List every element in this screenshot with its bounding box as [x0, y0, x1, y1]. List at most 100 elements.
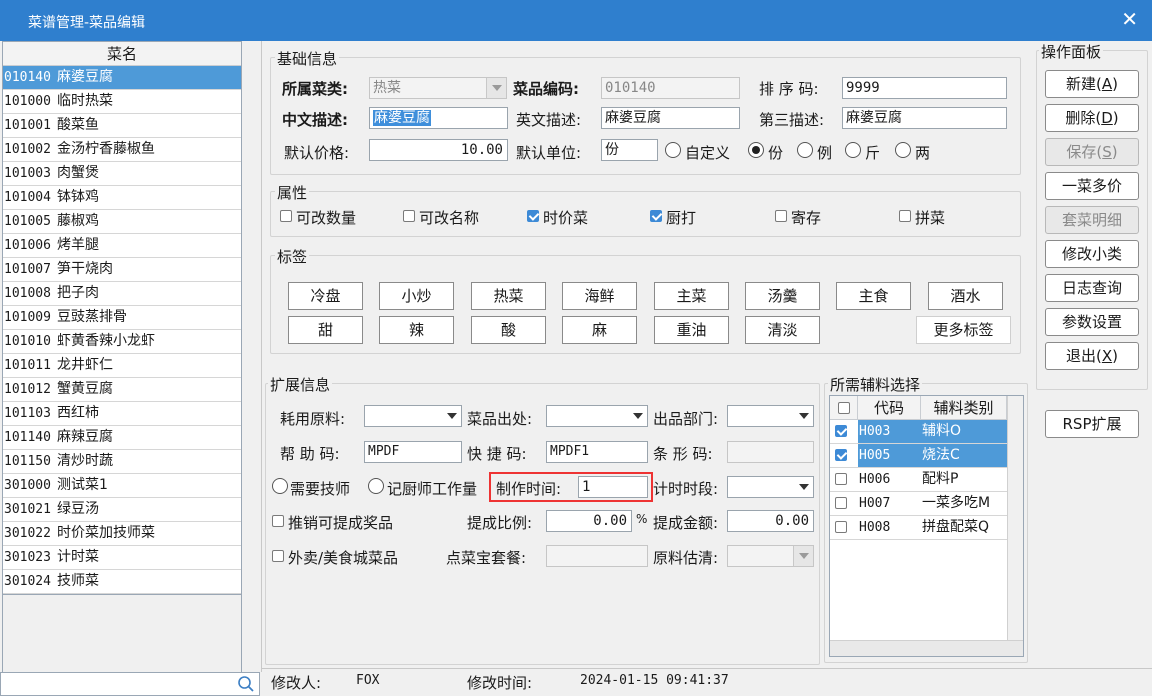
price-field[interactable]: 10.00	[369, 139, 508, 161]
aux-row-checkbox[interactable]	[835, 449, 847, 461]
estimate-select[interactable]	[727, 545, 814, 567]
aux-row[interactable]: H006 配料P	[830, 468, 1007, 492]
aux-row[interactable]: H008 拼盘配菜Q	[830, 516, 1007, 540]
params-button[interactable]: 参数设置	[1045, 308, 1139, 336]
attr-checkbox[interactable]	[280, 210, 292, 222]
dish-list-item[interactable]: 301022 时价菜加技师菜	[3, 522, 241, 546]
dish-list-item[interactable]: 101002 金汤柠香藤椒鱼	[3, 138, 241, 162]
aux-type: 配料P	[922, 471, 959, 487]
promo-reward-checkbox[interactable]	[272, 515, 284, 527]
tag-button[interactable]: 酒水	[928, 282, 1003, 310]
tag-button[interactable]: 辣	[379, 316, 454, 344]
dish-list-item[interactable]: 101001 酸菜鱼	[3, 114, 241, 138]
dish-list-item[interactable]: 101103 西红柿	[3, 402, 241, 426]
third-desc-field[interactable]: 麻婆豆腐	[842, 107, 1007, 129]
tag-button[interactable]: 小炒	[379, 282, 454, 310]
unit-radio[interactable]	[845, 142, 861, 158]
save-button[interactable]: 保存(S)	[1045, 138, 1139, 166]
tag-button[interactable]: 酸	[471, 316, 546, 344]
unit-radio[interactable]	[797, 142, 813, 158]
tag-button[interactable]: 热菜	[471, 282, 546, 310]
dish-list-item[interactable]: 010140 麻婆豆腐	[3, 66, 241, 90]
package-field[interactable]	[546, 545, 648, 567]
set-detail-button[interactable]: 套菜明细	[1045, 206, 1139, 234]
splitter[interactable]	[242, 41, 262, 672]
unit-field[interactable]: 份	[601, 139, 658, 161]
amount-field[interactable]: 0.00	[727, 510, 814, 532]
edit-subcategory-button[interactable]: 修改小类	[1045, 240, 1139, 268]
dish-list-item[interactable]: 301021 绿豆汤	[3, 498, 241, 522]
dish-list-item[interactable]: 101012 蟹黄豆腐	[3, 378, 241, 402]
need-technician-radio[interactable]	[272, 478, 288, 494]
material-select[interactable]	[364, 405, 462, 427]
dish-list-item[interactable]: 101009 豆豉蒸排骨	[3, 306, 241, 330]
attr-checkbox[interactable]	[650, 210, 662, 222]
aux-horizontal-scrollbar[interactable]	[830, 640, 1023, 656]
dish-code-field[interactable]: 010140	[601, 77, 740, 99]
new-button[interactable]: 新建(A)	[1045, 70, 1139, 98]
delete-button[interactable]: 删除(D)	[1045, 104, 1139, 132]
tag-button[interactable]: 冷盘	[288, 282, 363, 310]
en-desc-field[interactable]: 麻婆豆腐	[601, 107, 740, 129]
tag-button[interactable]: 甜	[288, 316, 363, 344]
aux-row-checkbox[interactable]	[835, 473, 847, 485]
barcode-field[interactable]	[727, 441, 814, 463]
multi-price-button[interactable]: 一菜多价	[1045, 172, 1139, 200]
dish-list-item[interactable]: 101005 藤椒鸡	[3, 210, 241, 234]
dish-list-item[interactable]: 101010 虾黄香辣小龙虾	[3, 330, 241, 354]
time-period-select[interactable]	[727, 476, 814, 498]
attr-checkbox[interactable]	[403, 210, 415, 222]
unit-radio[interactable]	[748, 142, 764, 158]
dish-list-item[interactable]: 101004 钵钵鸡	[3, 186, 241, 210]
dish-list-item[interactable]: 101140 麻辣豆腐	[3, 426, 241, 450]
aux-vertical-scrollbar[interactable]	[1007, 396, 1023, 640]
aux-select-all-checkbox[interactable]	[838, 402, 850, 414]
dish-list-item[interactable]: 301000 测试菜1	[3, 474, 241, 498]
aux-row[interactable]: H003 辅料O	[830, 420, 1007, 444]
dish-search-input[interactable]	[0, 672, 260, 696]
tag-button[interactable]: 汤羹	[745, 282, 820, 310]
tag-button[interactable]: 主食	[836, 282, 911, 310]
tag-button[interactable]: 主菜	[654, 282, 729, 310]
tag-button[interactable]: 麻	[562, 316, 637, 344]
dish-list-item[interactable]: 101011 龙井虾仁	[3, 354, 241, 378]
attr-checkbox[interactable]	[775, 210, 787, 222]
tag-button[interactable]: 清淡	[745, 316, 820, 344]
tag-button[interactable]: 海鲜	[562, 282, 637, 310]
dish-list-item[interactable]: 101150 清炒时蔬	[3, 450, 241, 474]
category-select[interactable]: 热菜	[369, 77, 507, 99]
attr-checkbox[interactable]	[899, 210, 911, 222]
attr-checkbox[interactable]	[527, 210, 539, 222]
aux-row[interactable]: H007 一菜多吃M	[830, 492, 1007, 516]
exit-button[interactable]: 退出(X)	[1045, 342, 1139, 370]
chef-workload-label: 记厨师工作量	[387, 480, 478, 498]
sort-code-field[interactable]: 9999	[842, 77, 1007, 99]
dish-list-item[interactable]: 301023 计时菜	[3, 546, 241, 570]
search-icon[interactable]	[237, 675, 255, 693]
log-query-button[interactable]: 日志查询	[1045, 274, 1139, 302]
ratio-field[interactable]: 0.00	[546, 510, 632, 532]
dish-list-item[interactable]: 101007 笋干烧肉	[3, 258, 241, 282]
takeout-checkbox[interactable]	[272, 550, 284, 562]
quick-code-field[interactable]: MPDF1	[546, 441, 648, 463]
close-icon[interactable]: ✕	[1121, 8, 1138, 30]
dish-list-item[interactable]: 101000 临时热菜	[3, 90, 241, 114]
aux-row-checkbox[interactable]	[835, 521, 847, 533]
aux-row-checkbox[interactable]	[835, 497, 847, 509]
dish-list-item[interactable]: 101008 把子肉	[3, 282, 241, 306]
tag-button[interactable]: 重油	[654, 316, 729, 344]
chef-workload-radio[interactable]	[368, 478, 384, 494]
dept-select[interactable]	[727, 405, 814, 427]
dish-list-item[interactable]: 101006 烤羊腿	[3, 234, 241, 258]
aux-row[interactable]: H005 烧法C	[830, 444, 1007, 468]
dish-list-item[interactable]: 101003 肉蟹煲	[3, 162, 241, 186]
unit-radio[interactable]	[665, 142, 681, 158]
help-code-field[interactable]: MPDF	[364, 441, 462, 463]
rsp-extension-button[interactable]: RSP扩展	[1045, 410, 1139, 438]
aux-row-checkbox[interactable]	[835, 425, 847, 437]
more-tags-button[interactable]: 更多标签	[916, 316, 1011, 344]
unit-radio[interactable]	[895, 142, 911, 158]
origin-select[interactable]	[546, 405, 648, 427]
cn-desc-field[interactable]: 麻婆豆腐	[369, 107, 508, 129]
dish-list-item[interactable]: 301024 技师菜	[3, 570, 241, 594]
